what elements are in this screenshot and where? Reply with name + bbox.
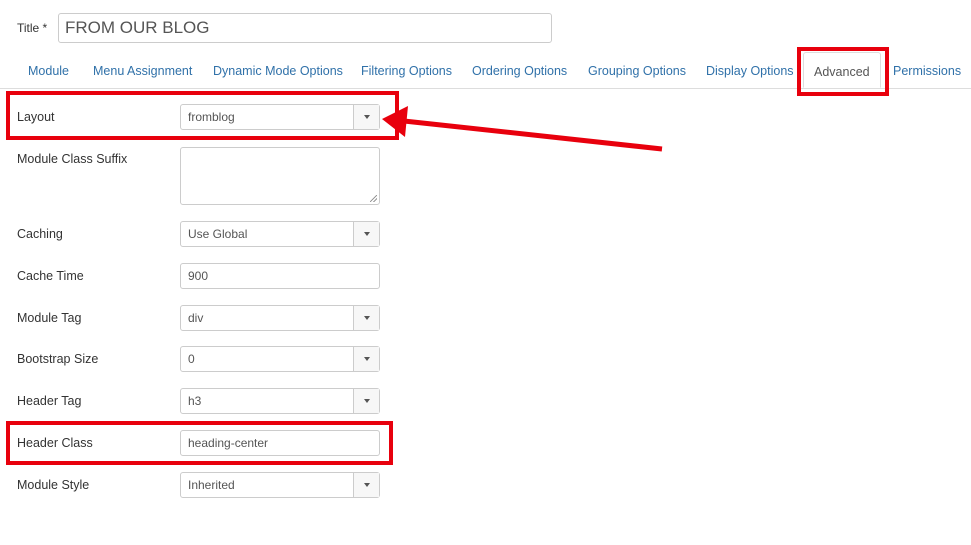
header-class-row-highlight [6, 421, 393, 465]
advanced-tab-highlight [797, 47, 889, 96]
cache-time-input[interactable]: 900 [180, 263, 380, 289]
cache-time-label: Cache Time [17, 269, 84, 283]
tab-filtering-options[interactable]: Filtering Options [361, 64, 452, 78]
caching-value: Use Global [188, 227, 248, 241]
header-tag-label: Header Tag [17, 394, 82, 408]
caret-down-icon[interactable] [353, 306, 379, 330]
tab-permissions[interactable]: Permissions [893, 64, 961, 78]
header-tag-select[interactable]: h3 [180, 388, 380, 414]
caret-down-icon[interactable] [353, 347, 379, 371]
caching-select[interactable]: Use Global [180, 221, 380, 247]
tab-menu-assignment[interactable]: Menu Assignment [93, 64, 192, 78]
module-tag-select[interactable]: div [180, 305, 380, 331]
layout-row-highlight [6, 91, 399, 140]
tab-ordering-options[interactable]: Ordering Options [472, 64, 567, 78]
bootstrap-size-label: Bootstrap Size [17, 352, 99, 366]
bootstrap-size-value: 0 [188, 352, 195, 366]
caret-down-icon[interactable] [353, 222, 379, 246]
resize-grip-icon[interactable] [370, 195, 377, 202]
caret-down-icon[interactable] [353, 473, 379, 497]
header-tag-value: h3 [188, 394, 202, 408]
caret-down-icon[interactable] [353, 389, 379, 413]
tab-grouping-options[interactable]: Grouping Options [588, 64, 686, 78]
title-input[interactable]: FROM OUR BLOG [58, 13, 552, 43]
cache-time-value: 900 [188, 269, 209, 283]
bootstrap-size-select[interactable]: 0 [180, 346, 380, 372]
module-style-label: Module Style [17, 478, 90, 492]
module-class-suffix-textarea[interactable] [180, 147, 380, 205]
module-class-suffix-label: Module Class Suffix [17, 152, 128, 166]
caching-label: Caching [17, 227, 63, 241]
module-style-select[interactable]: Inherited [180, 472, 380, 498]
module-style-value: Inherited [188, 478, 235, 492]
tab-display-options[interactable]: Display Options [706, 64, 794, 78]
title-label: Title * [17, 21, 48, 35]
tab-dynamic-mode-options[interactable]: Dynamic Mode Options [213, 64, 343, 78]
tab-module[interactable]: Module [28, 64, 69, 78]
module-tag-value: div [188, 311, 204, 325]
module-tag-label: Module Tag [17, 311, 82, 325]
